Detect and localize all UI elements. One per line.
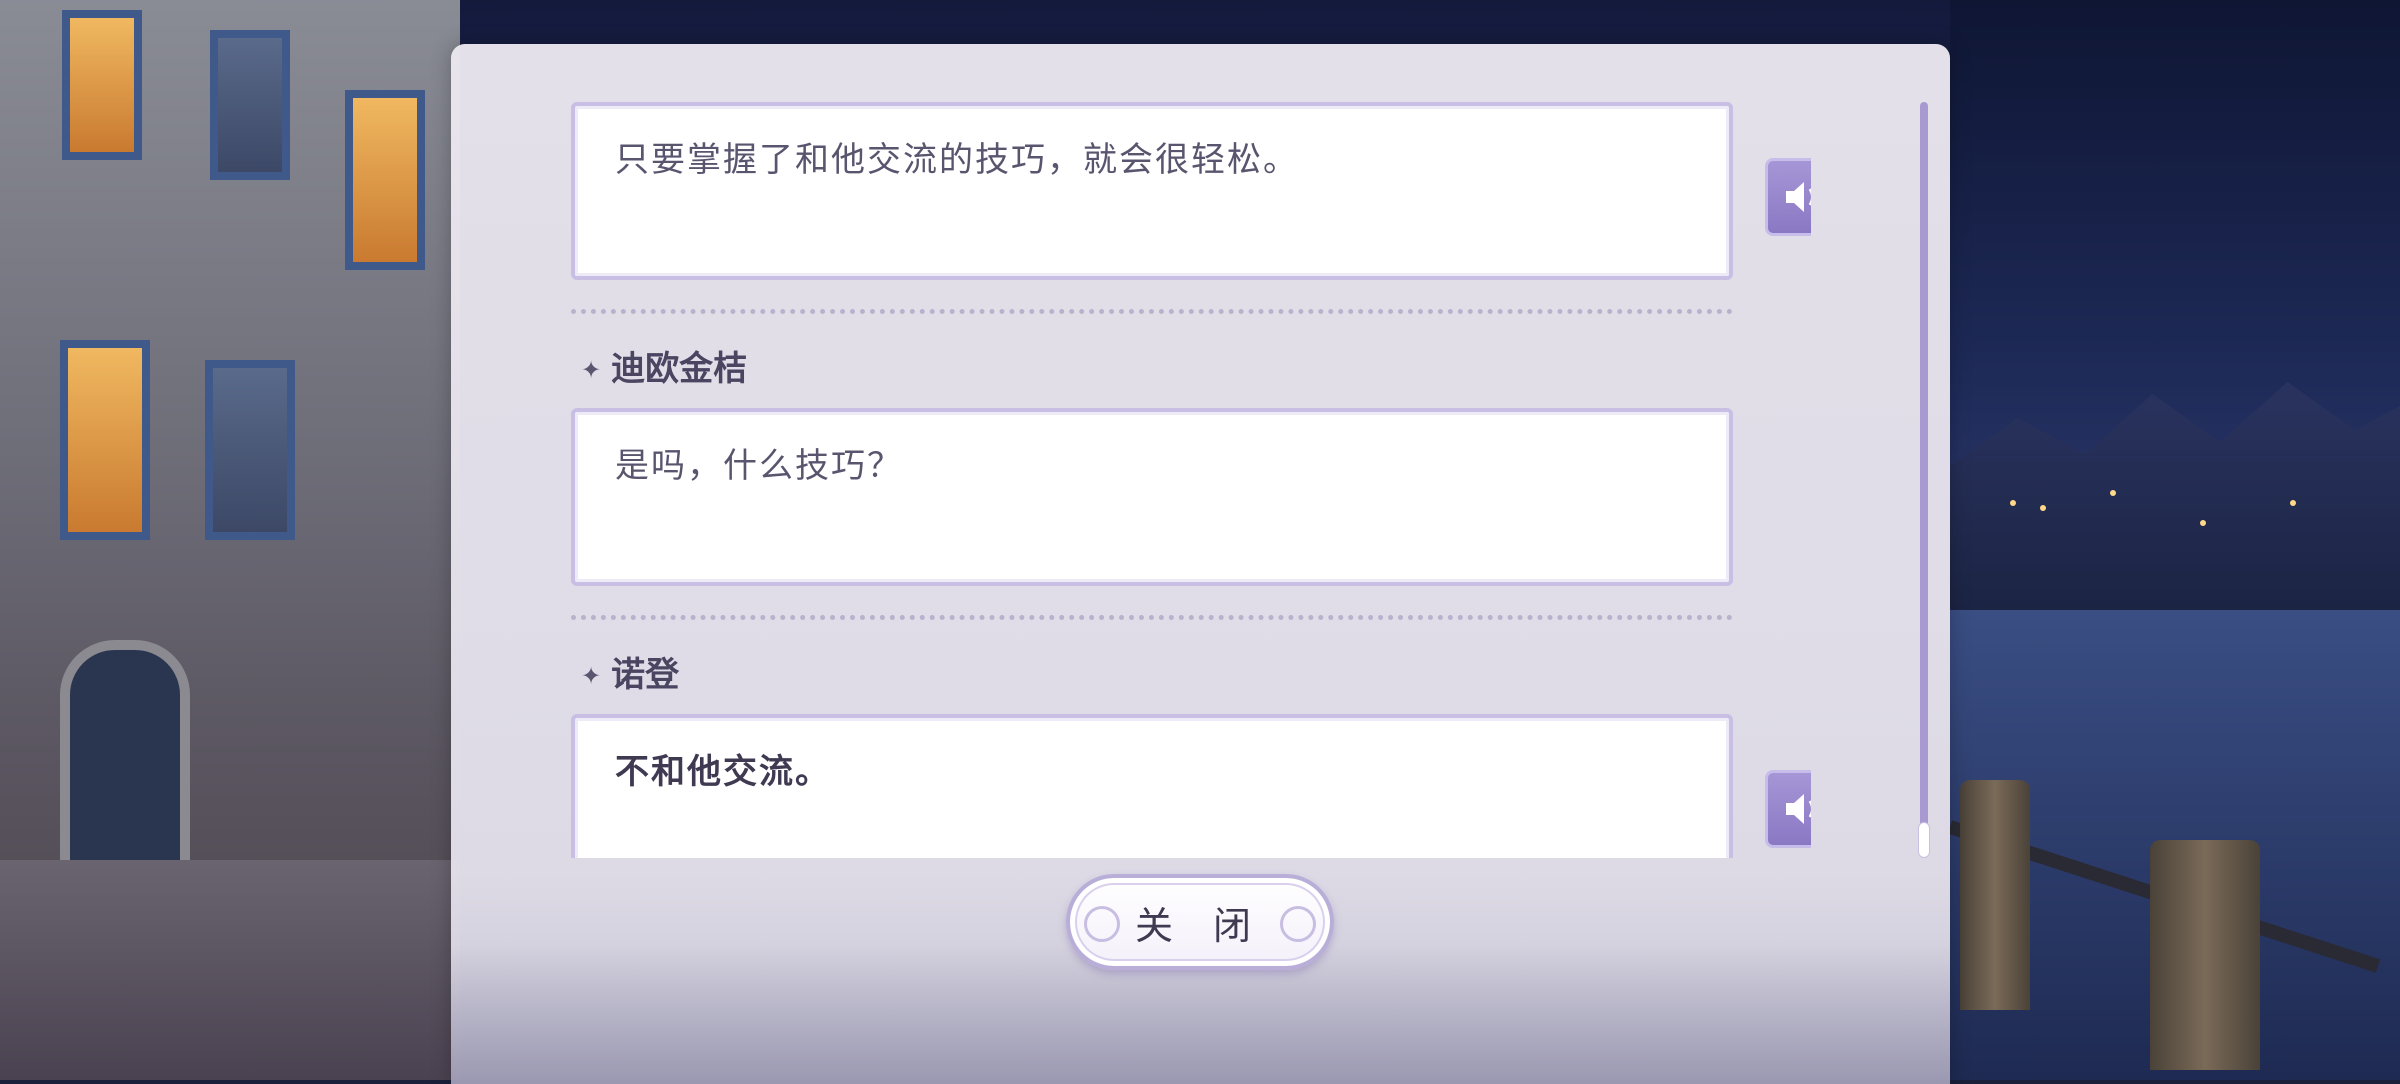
town-light: [2290, 500, 2296, 506]
dialogue-text: 不和他交流。: [615, 752, 831, 792]
town-light: [2110, 490, 2116, 496]
sparkle-icon: ✦: [581, 662, 602, 690]
close-button-label: 关 闭: [1134, 903, 1266, 948]
cobblestone-street: [0, 860, 460, 1080]
scrollbar-thumb[interactable]: [1918, 822, 1930, 858]
distant-town: [1950, 382, 2400, 610]
building-window: [62, 10, 142, 160]
dialogue-bubble: 不和他交流。: [571, 714, 1733, 858]
building-window: [205, 360, 295, 540]
speaker-name-row: ✦ 诺登: [581, 646, 679, 696]
pier-post: [2150, 840, 2260, 1070]
dialogue-bubble: 是吗，什么技巧？: [571, 408, 1733, 586]
dialogue-log-panel: 只要掌握了和他交流的技巧，就会很轻松。 ✦ 迪欧金桔 是吗，什么技巧？ ✦ 诺登…: [451, 44, 1950, 1084]
play-voice-button[interactable]: [1765, 770, 1811, 848]
ornament-icon: [1084, 906, 1120, 942]
harbor-view-right: [1947, 0, 2400, 1080]
dialogue-text: 是吗，什么技巧？: [615, 446, 903, 486]
close-button[interactable]: 关 闭: [1066, 874, 1334, 970]
dialogue-text: 只要掌握了和他交流的技巧，就会很轻松。: [615, 140, 1299, 180]
speaker-icon: [1786, 794, 1811, 824]
town-light: [2040, 505, 2046, 511]
sparkle-icon: ✦: [581, 356, 602, 384]
speaker-name: 诺登: [611, 654, 680, 695]
speaker-name-row: ✦ 迪欧金桔: [581, 340, 747, 390]
play-voice-button[interactable]: [1765, 158, 1811, 236]
town-street-left: [0, 0, 460, 1080]
entry-divider: [571, 615, 1733, 620]
log-scrollbar[interactable]: [1918, 102, 1930, 858]
town-light: [2010, 500, 2016, 506]
speaker-icon: [1786, 182, 1811, 212]
town-light: [2200, 520, 2206, 526]
building-window: [60, 340, 150, 540]
pier-post: [1960, 780, 2030, 1010]
building-window: [210, 30, 290, 180]
dialogue-log-list[interactable]: 只要掌握了和他交流的技巧，就会很轻松。 ✦ 迪欧金桔 是吗，什么技巧？ ✦ 诺登…: [571, 102, 1811, 858]
ornament-icon: [1280, 906, 1316, 942]
entry-divider: [571, 309, 1733, 314]
speaker-name: 迪欧金桔: [611, 348, 748, 389]
dialogue-bubble: 只要掌握了和他交流的技巧，就会很轻松。: [571, 102, 1733, 280]
building-window: [345, 90, 425, 270]
